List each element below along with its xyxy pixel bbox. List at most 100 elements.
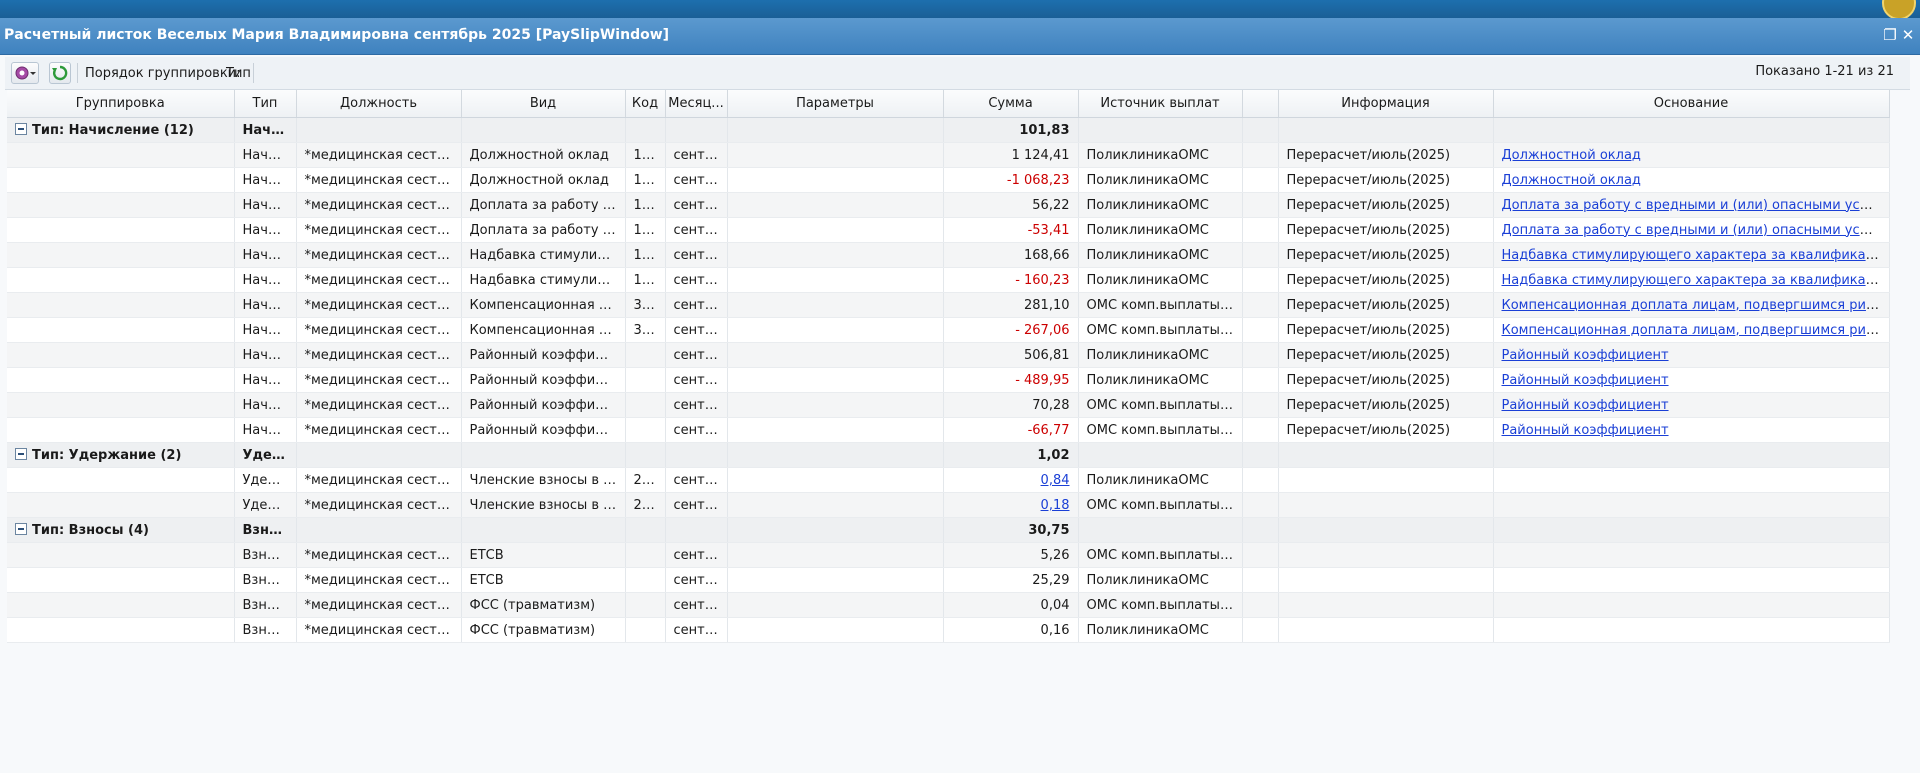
cell-info	[1278, 542, 1494, 568]
table-row[interactable]: Начис... *медицинская сестра у... Должност…	[7, 142, 1890, 168]
basis-link[interactable]: Компенсационная доплата лицам, подвергши…	[1502, 323, 1889, 338]
cell-blank	[1242, 467, 1279, 493]
column-header-position[interactable]: Должность	[296, 90, 462, 118]
cell-source: ПоликлиникаОМС	[1078, 567, 1243, 593]
cell-source: ОМС комп.выплаты по ...	[1078, 492, 1243, 518]
table-row[interactable]: Начис... *медицинская сестра у... Районный…	[7, 367, 1890, 393]
cell-sum: 5,26	[943, 542, 1079, 568]
column-header-parameters[interactable]: Параметры	[727, 90, 944, 118]
table-row[interactable]: Начис... *медицинская сестра у... Доплата …	[7, 217, 1890, 243]
cell-type: Начис...	[234, 317, 297, 343]
column-header-information[interactable]: Информация	[1278, 90, 1494, 118]
group-order-value[interactable]: Тип	[226, 66, 251, 81]
table-row[interactable]: Удерж... *медицинская сестра у... Членские…	[7, 467, 1890, 493]
cell-grouping	[7, 167, 235, 193]
group-empty-cell	[1493, 117, 1890, 143]
column-header-type[interactable]: Тип	[234, 90, 297, 118]
group-row[interactable]: Тип: Взносы (4) Взно... 30,75	[7, 517, 1890, 543]
collapse-icon[interactable]	[15, 447, 27, 460]
cell-info: Перерасчет/июль(2025)	[1278, 392, 1494, 418]
group-empty-cell	[1493, 442, 1890, 468]
cell-info	[1278, 592, 1494, 618]
cell-source: ОМС комп.выплаты по ...	[1078, 542, 1243, 568]
table-row[interactable]: Начис... *медицинская сестра у... Надбавка…	[7, 267, 1890, 293]
table-row[interactable]: Взносы *медицинская сестра у... ФСС (травм…	[7, 592, 1890, 618]
cell-kind: Доплата за работу с в...	[461, 192, 626, 218]
collapse-icon[interactable]	[15, 122, 27, 135]
sum-link[interactable]: 0,18	[1041, 498, 1070, 513]
basis-link[interactable]: Надбавка стимулирующего характера за ква…	[1502, 248, 1889, 263]
basis-link[interactable]: Районный коэффициент	[1502, 373, 1669, 388]
cell-source: ПоликлиникаОМС	[1078, 367, 1243, 393]
column-header-blank[interactable]	[1242, 90, 1279, 118]
app-top-bar	[0, 0, 1920, 20]
cell-kind: ФСС (травматизм)	[461, 617, 626, 643]
table-row[interactable]: Начис... *медицинская сестра у... Районный…	[7, 342, 1890, 368]
cell-basis	[1493, 617, 1890, 643]
table-row[interactable]: Удерж... *медицинская сестра у... Членские…	[7, 492, 1890, 518]
group-label-cell[interactable]: Тип: Начисление (12)	[7, 117, 235, 143]
cell-code: 13...	[625, 242, 666, 268]
basis-link[interactable]: Районный коэффициент	[1502, 423, 1669, 438]
cell-type: Начис...	[234, 342, 297, 368]
cell-code: 11...	[625, 167, 666, 193]
table-row[interactable]: Начис... *медицинская сестра у... Надбавка…	[7, 242, 1890, 268]
cell-kind: Доплата за работу с в...	[461, 217, 626, 243]
basis-link[interactable]: Компенсационная доплата лицам, подвергши…	[1502, 298, 1889, 313]
sum-link[interactable]: 0,84	[1041, 473, 1070, 488]
basis-link[interactable]: Надбавка стимулирующего характера за ква…	[1502, 273, 1889, 288]
cell-kind: Районный коэффициент	[461, 417, 626, 443]
cell-sum: 56,22	[943, 192, 1079, 218]
cell-grouping	[7, 292, 235, 318]
cell-basis: Районный коэффициент	[1493, 342, 1890, 368]
cell-source: ПоликлиникаОМС	[1078, 342, 1243, 368]
settings-menu-button[interactable]	[11, 62, 39, 84]
collapse-icon[interactable]	[15, 522, 27, 535]
table-row[interactable]: Начис... *медицинская сестра у... Компенса…	[7, 317, 1890, 343]
cell-position: *медицинская сестра у...	[296, 317, 462, 343]
table-row[interactable]: Начис... *медицинская сестра у... Районный…	[7, 417, 1890, 443]
column-header-sum[interactable]: Сумма	[943, 90, 1079, 118]
basis-link[interactable]: Доплата за работу с вредными и (или) опа…	[1502, 198, 1889, 213]
basis-link[interactable]: Районный коэффициент	[1502, 398, 1669, 413]
basis-link[interactable]: Доплата за работу с вредными и (или) опа…	[1502, 223, 1889, 238]
cell-month: сентя...	[665, 267, 728, 293]
cell-type: Начис...	[234, 192, 297, 218]
group-row[interactable]: Тип: Начисление (12) Начи... 101,83	[7, 117, 1890, 143]
cell-params	[727, 292, 944, 318]
cell-info: Перерасчет/июль(2025)	[1278, 242, 1494, 268]
column-header-month[interactable]: Месяц...	[665, 90, 728, 118]
cell-info: Перерасчет/июль(2025)	[1278, 267, 1494, 293]
table-row[interactable]: Начис... *медицинская сестра у... Доплата …	[7, 192, 1890, 218]
table-row[interactable]: Взносы *медицинская сестра у... ЕТСВ сентя.…	[7, 567, 1890, 593]
group-label-cell[interactable]: Тип: Удержание (2)	[7, 442, 235, 468]
basis-link[interactable]: Должностной оклад	[1502, 173, 1641, 188]
column-header-basis[interactable]: Основание	[1493, 90, 1890, 118]
group-label-cell[interactable]: Тип: Взносы (4)	[7, 517, 235, 543]
cell-info: Перерасчет/июль(2025)	[1278, 367, 1494, 393]
restore-icon[interactable]: ❐	[1882, 27, 1898, 43]
refresh-button[interactable]	[49, 62, 71, 84]
basis-link[interactable]: Районный коэффициент	[1502, 348, 1669, 363]
column-header-kind[interactable]: Вид	[461, 90, 626, 118]
table-row[interactable]: Начис... *медицинская сестра у... Компенса…	[7, 292, 1890, 318]
table-row[interactable]: Начис... *медицинская сестра у... Должност…	[7, 167, 1890, 193]
group-row[interactable]: Тип: Удержание (2) Удер... 1,02	[7, 442, 1890, 468]
cell-blank	[1242, 617, 1279, 643]
cell-blank	[1242, 417, 1279, 443]
basis-link[interactable]: Должностной оклад	[1502, 148, 1641, 163]
table-row[interactable]: Взносы *медицинская сестра у... ЕТСВ сентя.…	[7, 542, 1890, 568]
group-empty-cell	[1242, 117, 1279, 143]
cell-blank	[1242, 592, 1279, 618]
cell-params	[727, 167, 944, 193]
cell-month: сентя...	[665, 167, 728, 193]
window-title-bar[interactable]: Расчетный листок Веселых Мария Владимиро…	[0, 18, 1920, 55]
group-empty-cell	[665, 442, 728, 468]
table-row[interactable]: Взносы *медицинская сестра у... ФСС (травм…	[7, 617, 1890, 643]
table-row[interactable]: Начис... *медицинская сестра у... Районный…	[7, 392, 1890, 418]
emblem-icon[interactable]	[1882, 0, 1916, 20]
column-header-code[interactable]: Код	[625, 90, 666, 118]
column-header-payment-source[interactable]: Источник выплат	[1078, 90, 1243, 118]
close-icon[interactable]: ✕	[1900, 27, 1916, 43]
column-header-grouping[interactable]: Группировка	[7, 90, 235, 118]
